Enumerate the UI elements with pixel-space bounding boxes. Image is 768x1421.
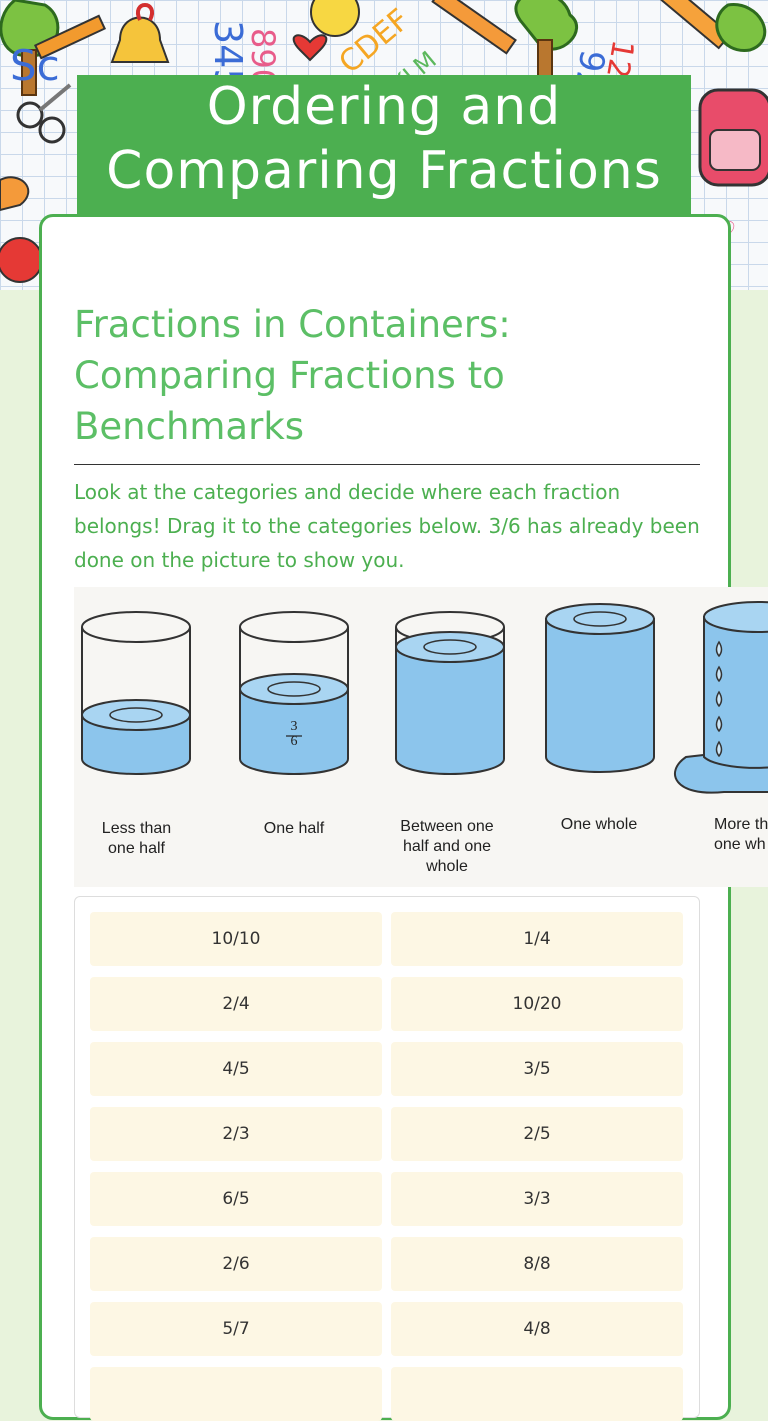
page-title-line2: Comparing Fractions [106, 141, 662, 201]
example-fraction-numerator: 3 [290, 719, 298, 734]
page-title: Ordering and Comparing Fractions [77, 75, 691, 215]
section-heading: Fractions in Containers: Comparing Fract… [74, 303, 511, 448]
example-fraction-denominator: 6 [290, 734, 298, 749]
fraction-chip[interactable] [90, 1367, 382, 1421]
svg-text:Sc: Sc [10, 41, 60, 90]
worksheet-card: Fractions in Containers: Comparing Fract… [39, 214, 768, 1421]
containers-picture: 3 6 Less than one half One half Between … [74, 587, 768, 887]
fraction-choices-grid: 10/10 1/4 2/4 10/20 4/5 3/5 2/3 2/5 6/5 … [74, 896, 700, 1421]
fraction-chip[interactable]: 4/8 [391, 1302, 683, 1356]
instructions-text: Look at the categories and decide where … [74, 480, 700, 572]
fraction-chip[interactable]: 2/4 [90, 977, 382, 1031]
caption-more-than-whole: More th one wh [714, 816, 768, 853]
fraction-chip[interactable]: 2/6 [90, 1237, 382, 1291]
fraction-chip[interactable]: 10/20 [391, 977, 683, 1031]
example-fraction: 3 6 [284, 719, 304, 749]
fraction-chip[interactable]: 10/10 [90, 912, 382, 966]
fraction-chip[interactable]: 8/8 [391, 1237, 683, 1291]
fraction-chip[interactable]: 3/5 [391, 1042, 683, 1096]
fraction-chip[interactable]: 2/3 [90, 1107, 382, 1161]
fraction-chip[interactable]: 6/5 [90, 1172, 382, 1226]
caption-one-half: One half [263, 820, 325, 837]
fraction-chip[interactable]: 2/5 [391, 1107, 683, 1161]
page-title-line1: Ordering and [206, 77, 562, 137]
divider [74, 464, 700, 465]
caption-less-than-half: Less than one half [101, 820, 172, 857]
caption-between-half-and-whole: Between one half and one whole [400, 818, 494, 875]
fraction-chip[interactable]: 4/5 [90, 1042, 382, 1096]
fraction-chip[interactable]: 3/3 [391, 1172, 683, 1226]
fraction-chip[interactable] [391, 1367, 683, 1421]
fraction-chip[interactable]: 5/7 [90, 1302, 382, 1356]
caption-one-whole: One whole [560, 816, 638, 833]
fraction-chip[interactable]: 1/4 [391, 912, 683, 966]
